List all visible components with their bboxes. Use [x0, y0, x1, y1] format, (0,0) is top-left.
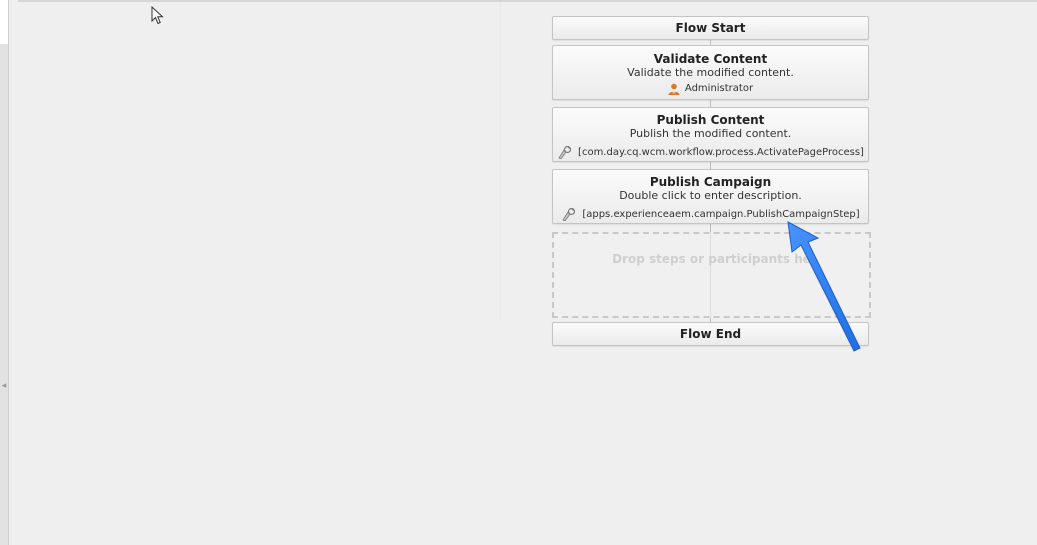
step-description: Publish the modified content.	[629, 127, 792, 140]
step-participant: Administrator	[553, 83, 868, 95]
panel-collapse-handle[interactable]: ◂	[1, 380, 7, 392]
process-label: [com.day.cq.wcm.workflow.process.Activat…	[578, 146, 864, 158]
step-title: Publish Campaign	[649, 175, 772, 189]
step-title: Validate Content	[653, 52, 768, 66]
workflow-step-publish-content[interactable]: Publish Content Publish the modified con…	[552, 107, 869, 162]
user-icon	[668, 83, 680, 95]
left-panel-top	[0, 0, 8, 44]
step-description: Double click to enter description.	[619, 189, 802, 202]
step-title: Publish Content	[656, 113, 765, 127]
left-panel-strip: ◂	[0, 0, 9, 545]
workflow-step-publish-campaign[interactable]: Publish Campaign Double click to enter d…	[552, 169, 869, 224]
participant-label: Administrator	[684, 83, 754, 94]
step-process: [com.day.cq.wcm.workflow.process.Activat…	[553, 146, 868, 159]
flow-start-node[interactable]: Flow Start	[552, 16, 869, 40]
step-description: Validate the modified content.	[627, 66, 794, 79]
workflow-step-validate-content[interactable]: Validate Content Validate the modified c…	[552, 45, 869, 100]
canvas-top-border	[18, 0, 1037, 2]
process-icon	[558, 146, 572, 159]
flow-start-label: Flow Start	[675, 21, 746, 35]
process-icon	[562, 208, 576, 221]
mouse-cursor-icon	[151, 6, 164, 25]
annotation-arrow-icon	[787, 221, 861, 352]
canvas-divider	[500, 0, 501, 320]
